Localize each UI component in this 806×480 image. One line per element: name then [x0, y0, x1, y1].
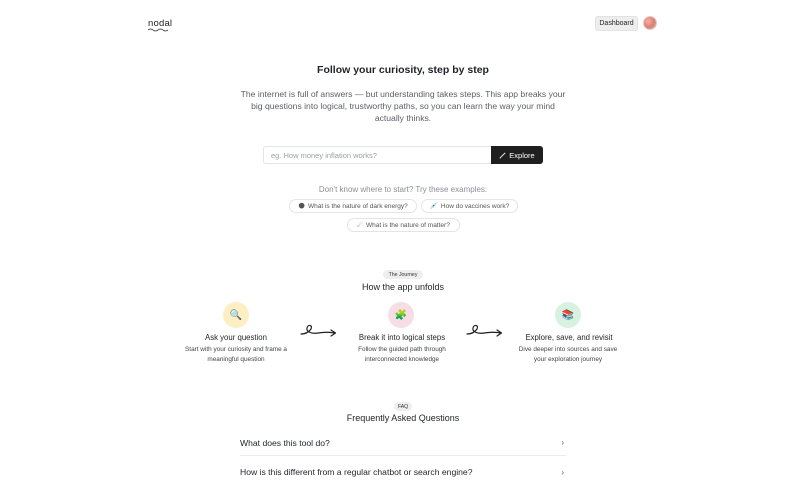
search-bar: Explore [263, 146, 543, 164]
faq-item[interactable]: What does this tool do? › [240, 430, 566, 456]
magic-wand-icon [499, 151, 507, 159]
example-chip-dark-energy[interactable]: 🌑 What is the nature of dark energy? [289, 199, 417, 213]
step-desc-ask: Start with your curiosity and frame a me… [185, 346, 287, 363]
step-title-break: Break it into logical steps [358, 333, 446, 342]
journey-pill: The Journey [383, 270, 423, 279]
example-chip-label: How do vaccines work? [440, 202, 510, 210]
logo-wave-icon [148, 28, 168, 32]
chevron-right-icon: › [561, 467, 564, 477]
syringe-icon: 💉 [429, 203, 438, 210]
chevron-right-icon: › [561, 438, 564, 447]
puzzle-icon: 🧩 [388, 302, 414, 328]
faq-pill: FAQ [394, 402, 412, 411]
step-desc-break: Follow the guided path through interconn… [358, 346, 446, 363]
example-chip-label: What is the nature of matter? [366, 221, 450, 229]
dashboard-button[interactable]: Dashboard [595, 16, 638, 31]
step-title-ask: Ask your question [205, 333, 267, 342]
books-icon: 📚 [555, 302, 581, 328]
magnifier-icon: 🔍 [223, 302, 249, 328]
faq-question: What does this tool do? [240, 437, 330, 448]
step-title-explore: Explore, save, and revisit [525, 333, 613, 342]
comet-icon: ☄ [357, 222, 363, 229]
example-chip-label: What is the nature of dark energy? [308, 202, 408, 210]
faq-title: Frequently Asked Questions [346, 413, 460, 423]
example-chip-matter[interactable]: ☄ What is the nature of matter? [347, 218, 460, 232]
search-input[interactable] [263, 146, 491, 164]
explore-button-label: Explore [509, 150, 535, 160]
step-desc-explore: Dive deeper into sources and save your e… [518, 346, 618, 363]
explore-button[interactable]: Explore [491, 146, 543, 164]
examples-label: Don't know where to start? Try these exa… [318, 185, 488, 194]
example-chip-vaccines[interactable]: 💉 How do vaccines work? [421, 199, 518, 213]
dark-planet-icon: 🌑 [298, 203, 306, 210]
top-header: nodal Dashboard [0, 0, 806, 46]
faq-question: How is this different from a regular cha… [240, 467, 473, 477]
faq-item[interactable]: How is this different from a regular cha… [240, 459, 566, 480]
hero-subtitle: The internet is full of answers — but un… [240, 89, 566, 123]
journey-title: How the app unfolds [361, 282, 445, 292]
hero-title: Follow your curiosity, step by step [317, 64, 489, 76]
avatar[interactable] [643, 16, 657, 30]
